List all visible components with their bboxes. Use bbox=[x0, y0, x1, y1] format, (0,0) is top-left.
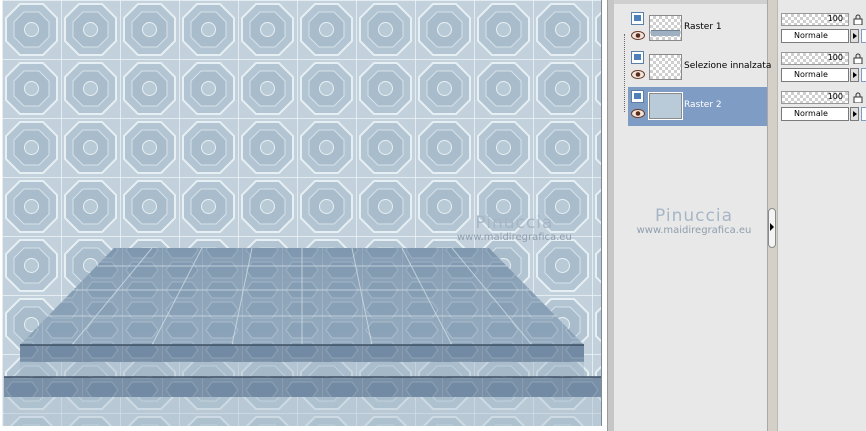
blend-mode-select[interactable]: Normale bbox=[781, 68, 849, 82]
layer-row-selezione-innalzata[interactable]: Selezione innalzata bbox=[628, 48, 771, 87]
layer-properties-row: 100 Normale bbox=[781, 52, 866, 91]
raster-layer-icon bbox=[631, 12, 644, 25]
panel-collapse-handle[interactable] bbox=[768, 208, 776, 248]
watermark-url: www.maidiregrafica.eu bbox=[636, 225, 752, 236]
lock-icon[interactable] bbox=[853, 14, 864, 25]
watermark-url: www.maidiregrafica.eu bbox=[457, 232, 572, 243]
layer-thumbnail bbox=[648, 92, 683, 120]
blend-mode-arrow-button[interactable] bbox=[850, 107, 859, 121]
panel-watermark: Pinuccia www.maidiregrafica.eu bbox=[634, 207, 754, 237]
raster-layer-icon bbox=[631, 51, 644, 64]
layer-properties-panel: 100 Normale 100 Normale 100 Normale bbox=[777, 0, 866, 431]
blend-mode-arrow-button[interactable] bbox=[850, 68, 859, 82]
watermark-title: Pinuccia bbox=[655, 206, 733, 226]
layer-link-toggle[interactable] bbox=[861, 29, 866, 43]
opacity-value: 100 bbox=[827, 53, 843, 62]
chevron-right-icon bbox=[770, 223, 774, 231]
raster-layer-icon bbox=[631, 90, 644, 103]
layer-name: Raster 1 bbox=[684, 22, 722, 32]
watermark-title: Pinuccia bbox=[475, 213, 554, 233]
blend-mode-select[interactable]: Normale bbox=[781, 107, 849, 121]
layers-panel: Raster 1 Selezione innalzata Raster 2 Pi… bbox=[614, 0, 771, 431]
layer-link-toggle[interactable] bbox=[861, 68, 866, 82]
layer-link-toggle[interactable] bbox=[861, 107, 866, 121]
lock-icon[interactable] bbox=[853, 53, 864, 64]
layer-thumbnail bbox=[649, 54, 682, 80]
image-canvas-area: Pinuccia www.maidiregrafica.eu bbox=[0, 0, 607, 431]
layers-panel-header bbox=[614, 0, 767, 4]
image-canvas[interactable]: Pinuccia www.maidiregrafica.eu bbox=[2, 0, 602, 426]
layer-name: Raster 2 bbox=[684, 100, 722, 110]
opacity-slider[interactable]: 100 bbox=[781, 91, 849, 104]
layer-thumbnail bbox=[649, 15, 682, 41]
layer-row-raster-2[interactable]: Raster 2 bbox=[628, 87, 767, 126]
layer-group-connector bbox=[624, 34, 626, 112]
layer-properties-row: 100 Normale bbox=[781, 13, 866, 52]
layer-name: Selezione innalzata bbox=[684, 61, 772, 71]
opacity-slider[interactable]: 100 bbox=[781, 52, 849, 65]
lock-icon[interactable] bbox=[853, 92, 864, 103]
blend-mode-select[interactable]: Normale bbox=[781, 29, 849, 43]
opacity-slider[interactable]: 100 bbox=[781, 13, 849, 26]
eye-icon[interactable] bbox=[631, 31, 645, 40]
opacity-value: 100 bbox=[827, 14, 843, 23]
eye-icon[interactable] bbox=[631, 70, 645, 79]
opacity-value: 100 bbox=[827, 92, 843, 101]
eye-icon[interactable] bbox=[631, 109, 645, 118]
blend-mode-arrow-button[interactable] bbox=[850, 29, 859, 43]
layer-properties-row: 100 Normale bbox=[781, 91, 866, 130]
layer-row-raster-1[interactable]: Raster 1 bbox=[628, 9, 767, 48]
canvas-watermark: Pinuccia www.maidiregrafica.eu bbox=[457, 214, 572, 244]
